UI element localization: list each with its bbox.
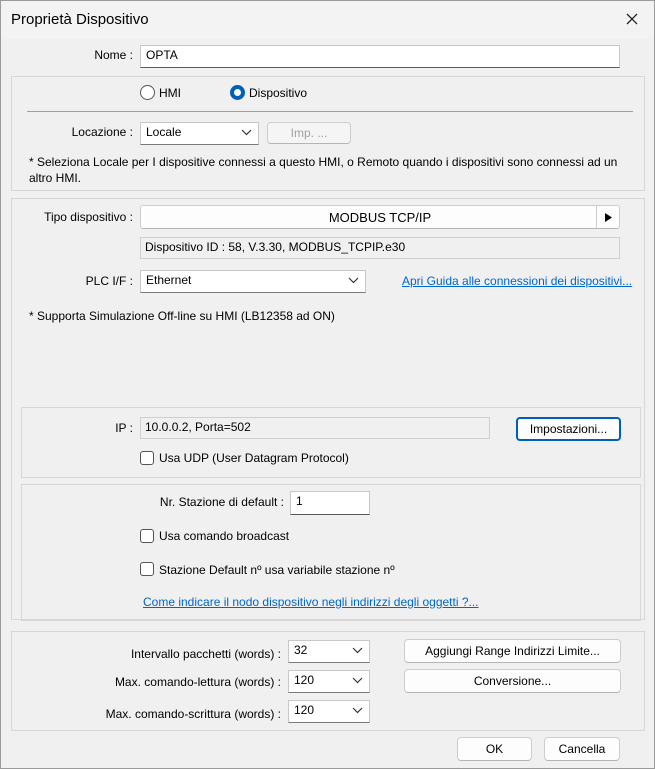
ip-value: 10.0.0.2, Porta=502 (140, 417, 490, 439)
station-variable-label: Stazione Default nº usa variabile stazio… (159, 563, 395, 577)
imp-button[interactable]: Imp. ... (267, 122, 351, 144)
write-label: Max. comando-scrittura (words) : (105, 707, 281, 721)
device-properties-dialog: Proprietà Dispositivo Nome : OPTA HMI Di… (0, 0, 655, 769)
impostazioni-button[interactable]: Impostazioni... (516, 417, 621, 441)
ok-button[interactable]: OK (457, 737, 532, 761)
ip-label: IP : (115, 421, 133, 435)
connection-guide-link[interactable]: Apri Guida alle connessioni dei disposit… (402, 274, 654, 288)
chevron-down-icon (352, 677, 363, 684)
conversione-button[interactable]: Conversione... (404, 669, 621, 693)
chevron-down-icon (348, 277, 359, 284)
locazione-value: Locale (146, 125, 182, 139)
node-help-link[interactable]: Come indicare il nodo dispositivo negli … (143, 595, 479, 609)
station-default-input[interactable]: 1 (290, 491, 370, 515)
radio-hmi[interactable] (140, 85, 155, 100)
radio-hmi-label: HMI (159, 86, 181, 100)
udp-checkbox[interactable] (140, 451, 154, 465)
close-icon (626, 13, 638, 25)
cancel-button[interactable]: Cancella (544, 737, 620, 761)
read-select[interactable]: 120 (288, 670, 370, 693)
station-variable-checkbox[interactable] (140, 562, 154, 576)
broadcast-label: Usa comando broadcast (159, 529, 290, 543)
locazione-select[interactable]: Locale (140, 122, 259, 145)
plc-if-value: Ethernet (146, 273, 192, 287)
read-label: Max. comando-lettura (words) : (114, 675, 281, 689)
write-value: 120 (294, 703, 315, 717)
nome-label: Nome : (94, 48, 133, 62)
broadcast-checkbox[interactable] (140, 529, 154, 543)
divider (27, 111, 633, 112)
chevron-down-icon (352, 707, 363, 714)
plc-if-select[interactable]: Ethernet (140, 270, 366, 293)
write-select[interactable]: 120 (288, 700, 370, 723)
simulation-note: * Supporta Simulazione Off-line su HMI (… (29, 309, 335, 323)
locazione-label: Locazione : (71, 125, 133, 139)
play-arrow-icon (596, 206, 619, 228)
radio-dispositivo[interactable] (230, 85, 245, 100)
device-info: Dispositivo ID : 58, V.3.30, MODBUS_TCPI… (140, 237, 620, 259)
plc-if-label: PLC I/F : (85, 274, 133, 288)
chevron-down-icon (352, 647, 363, 654)
interval-select[interactable]: 32 (288, 640, 370, 663)
interval-label: Intervallo pacchetti (words) : (130, 647, 281, 661)
udp-label: Usa UDP (User Datagram Protocol) (159, 451, 349, 465)
tipo-value: MODBUS TCP/IP (328, 209, 432, 225)
locazione-note: * Seleziona Locale per I dispositive con… (29, 155, 618, 185)
add-range-button[interactable]: Aggiungi Range Indirizzi Limite... (404, 639, 621, 663)
nome-input[interactable]: OPTA (140, 45, 620, 68)
tipo-dispositivo-button[interactable]: MODBUS TCP/IP (140, 205, 620, 229)
tipo-label: Tipo dispositivo : (44, 210, 133, 224)
station-default-label: Nr. Stazione di default : (159, 495, 284, 509)
close-button[interactable] (617, 5, 647, 33)
chevron-down-icon (241, 129, 252, 136)
window-title: Proprietà Dispositivo (11, 11, 149, 28)
radio-dispositivo-label: Dispositivo (249, 86, 308, 100)
interval-value: 32 (294, 643, 308, 657)
read-value: 120 (294, 673, 315, 687)
